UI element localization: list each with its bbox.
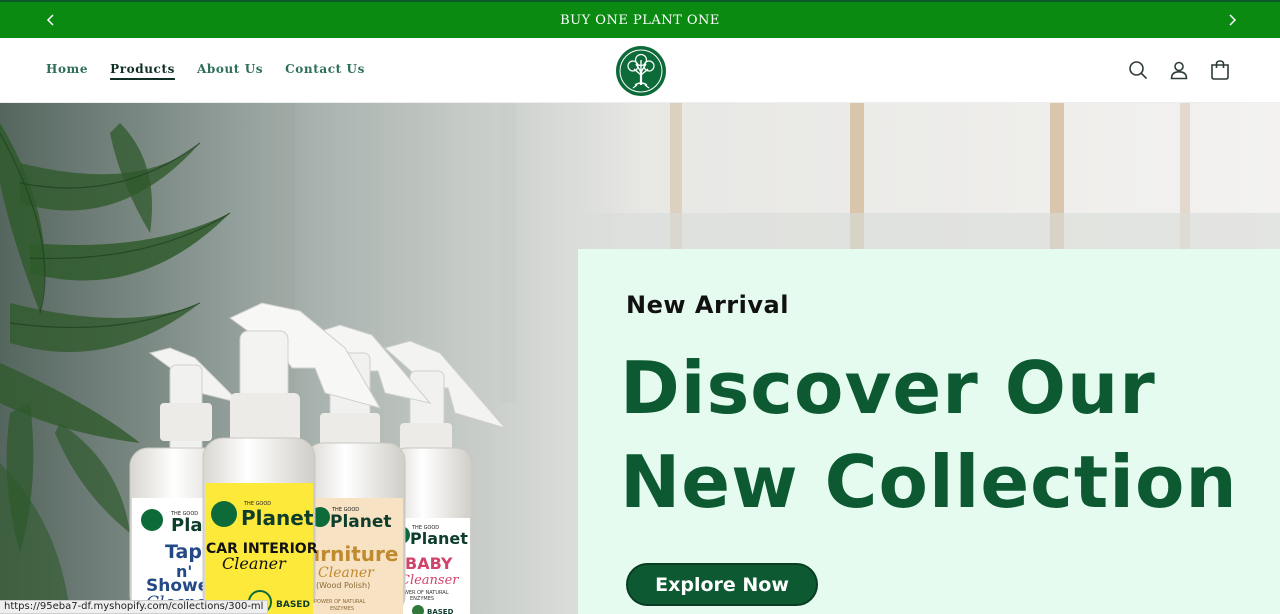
explore-now-button[interactable]: Explore Now	[626, 563, 818, 606]
svg-text:Planet: Planet	[330, 512, 392, 532]
nav-item-home[interactable]: Home	[46, 62, 88, 76]
svg-text:Cleaner: Cleaner	[222, 554, 287, 573]
svg-text:BASED: BASED	[276, 600, 310, 610]
svg-text:POWER OF NATURAL: POWER OF NATURAL	[314, 599, 366, 605]
announcement-bar: BUY ONE PLANT ONE	[0, 0, 1280, 38]
main-nav: Home Products About Us Contact Us	[46, 62, 365, 76]
status-bar-url: https://95eba7-df.myshopify.com/collecti…	[0, 600, 269, 614]
svg-text:Tap: Tap	[165, 541, 202, 563]
hero-content-panel: New Arrival Discover Our New Collection …	[578, 249, 1280, 614]
hero-eyebrow: New Arrival	[626, 291, 789, 319]
hero-banner: THE GOOD Planet Tap n' Showe Cleane THE …	[0, 103, 1280, 614]
chevron-right-icon[interactable]	[1223, 11, 1241, 29]
svg-text:(Wood Polish): (Wood Polish)	[316, 581, 370, 590]
chevron-left-icon[interactable]	[42, 11, 60, 29]
nav-item-contact-us[interactable]: Contact Us	[285, 62, 365, 76]
nav-item-products[interactable]: Products	[110, 62, 175, 76]
cart-icon[interactable]	[1208, 58, 1231, 81]
site-header: Home Products About Us Contact Us	[0, 38, 1280, 103]
svg-text:Cleaner: Cleaner	[318, 565, 375, 581]
account-icon[interactable]	[1167, 58, 1190, 81]
svg-text:Cleanser: Cleanser	[400, 573, 459, 588]
hero-title: Discover Our New Collection	[620, 346, 1238, 524]
svg-text:Planet: Planet	[410, 529, 468, 548]
svg-text:ENZYMES: ENZYMES	[330, 606, 354, 612]
svg-text:Planet: Planet	[241, 506, 314, 530]
nav-item-about-us[interactable]: About Us	[197, 62, 263, 76]
svg-text:BABY: BABY	[405, 554, 453, 573]
search-icon[interactable]	[1126, 58, 1149, 81]
svg-text:ENZYMES: ENZYMES	[410, 596, 434, 602]
svg-text:BASED: BASED	[427, 608, 454, 614]
header-icons	[1126, 58, 1231, 81]
announcement-text[interactable]: BUY ONE PLANT ONE	[560, 13, 720, 28]
svg-text:urniture: urniture	[306, 542, 398, 566]
brand-logo[interactable]	[615, 45, 667, 97]
